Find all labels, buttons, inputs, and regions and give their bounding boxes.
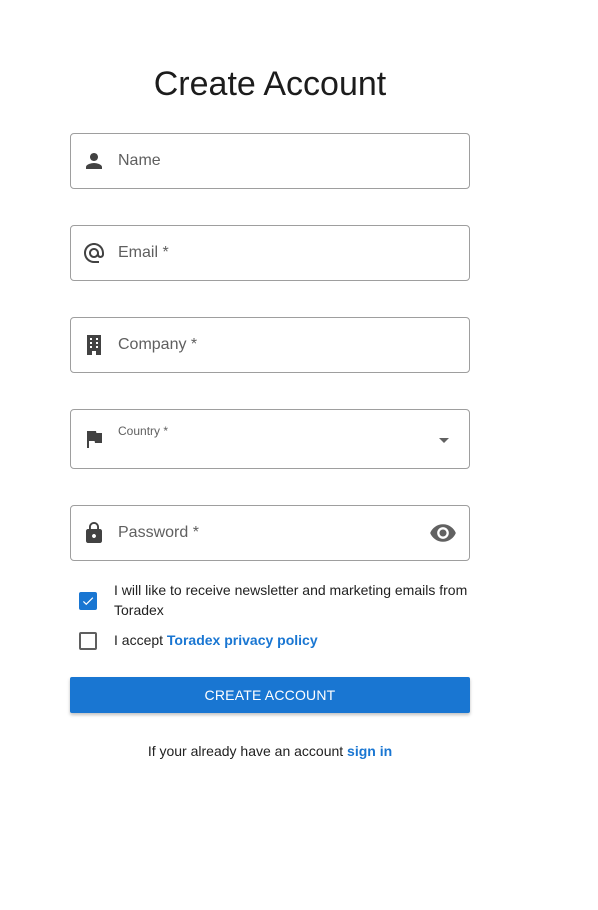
privacy-policy-link[interactable]: Toradex privacy policy	[167, 632, 318, 648]
country-label: Country *	[118, 424, 169, 438]
password-field[interactable]	[70, 505, 470, 561]
signin-prompt: If your already have an account sign in	[70, 743, 470, 759]
newsletter-row: I will like to receive newsletter and ma…	[79, 580, 479, 620]
email-input[interactable]	[118, 226, 419, 280]
newsletter-checkbox[interactable]	[79, 592, 97, 610]
sign-in-link[interactable]: sign in	[347, 743, 392, 759]
name-input[interactable]	[118, 134, 419, 188]
company-field[interactable]	[70, 317, 470, 373]
person-icon	[82, 149, 106, 173]
newsletter-label: I will like to receive newsletter and ma…	[114, 582, 468, 618]
flag-icon	[82, 427, 106, 451]
email-field[interactable]	[70, 225, 470, 281]
privacy-text: I accept	[114, 632, 164, 648]
company-input[interactable]	[118, 318, 419, 372]
create-account-button[interactable]: Create Account	[70, 677, 470, 713]
name-field[interactable]	[70, 133, 470, 189]
password-input[interactable]	[118, 506, 419, 560]
at-sign-icon	[82, 241, 106, 265]
privacy-label: I accept Toradex privacy policy	[114, 630, 470, 650]
signin-prompt-text: If your already have an account	[147, 743, 344, 759]
privacy-row: I accept Toradex privacy policy	[79, 630, 479, 650]
page-title: Create Account	[153, 65, 387, 103]
eye-icon[interactable]	[428, 519, 458, 547]
privacy-checkbox[interactable]	[79, 632, 97, 650]
country-select[interactable]: Country *	[70, 409, 470, 469]
chevron-down-icon[interactable]	[432, 428, 456, 452]
lock-icon	[82, 521, 106, 545]
building-icon	[82, 333, 106, 357]
